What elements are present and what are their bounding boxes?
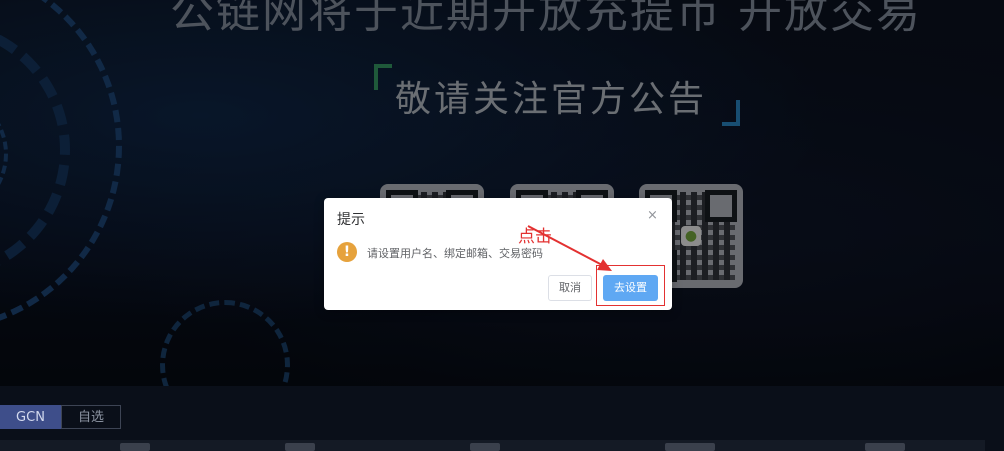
annotation-arrow-icon <box>527 225 612 271</box>
